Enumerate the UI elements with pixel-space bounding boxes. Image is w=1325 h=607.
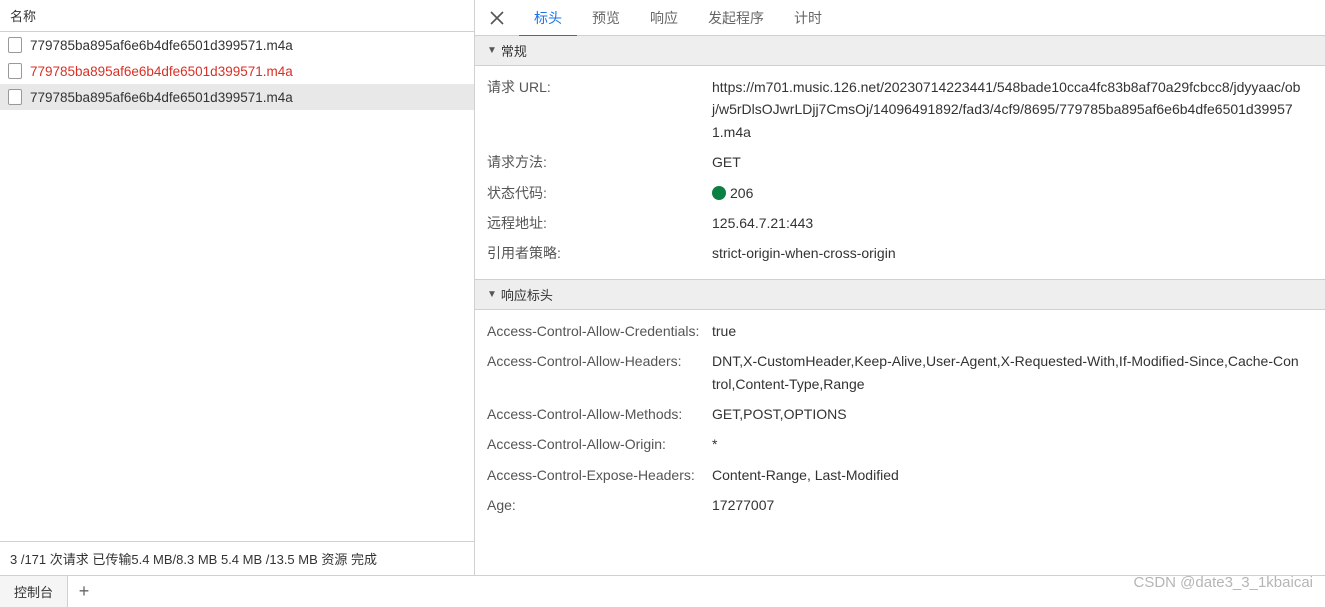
file-icon <box>8 89 22 105</box>
add-tab-button[interactable]: + <box>68 581 100 602</box>
request-name: 779785ba895af6e6b4dfe6501d399571.m4a <box>30 64 293 79</box>
tab-计时[interactable]: 计时 <box>779 0 837 37</box>
header-value: DNT,X-CustomHeader,Keep-Alive,User-Agent… <box>712 350 1315 395</box>
section-title: 常规 <box>501 41 527 60</box>
file-icon <box>8 63 22 79</box>
header-key: 远程地址: <box>487 212 712 234</box>
request-row[interactable]: 779785ba895af6e6b4dfe6501d399571.m4a <box>0 58 474 84</box>
header-value: true <box>712 320 1315 342</box>
header-key: Access-Control-Allow-Credentials: <box>487 320 712 342</box>
header-key: Access-Control-Allow-Headers: <box>487 350 712 395</box>
request-row[interactable]: 779785ba895af6e6b4dfe6501d399571.m4a <box>0 32 474 58</box>
tab-发起程序[interactable]: 发起程序 <box>693 0 779 37</box>
header-row: 请求方法:GET <box>475 147 1325 177</box>
request-row[interactable]: 779785ba895af6e6b4dfe6501d399571.m4a <box>0 84 474 110</box>
header-value: GET,POST,OPTIONS <box>712 403 1315 425</box>
section-header-response-headers[interactable]: ▼ 响应标头 <box>475 279 1325 310</box>
header-value: strict-origin-when-cross-origin <box>712 242 1315 264</box>
console-tab[interactable]: 控制台 <box>0 576 68 607</box>
chevron-down-icon: ▼ <box>487 45 497 56</box>
header-row: Access-Control-Allow-Origin:* <box>475 429 1325 459</box>
header-row: 远程地址:125.64.7.21:443 <box>475 208 1325 238</box>
tab-预览[interactable]: 预览 <box>577 0 635 37</box>
response-header-rows: Access-Control-Allow-Credentials:trueAcc… <box>475 310 1325 531</box>
header-row: 引用者策略:strict-origin-when-cross-origin <box>475 238 1325 268</box>
header-value: 17277007 <box>712 494 1315 516</box>
status-dot-icon <box>712 186 726 200</box>
section-title: 响应标头 <box>501 285 553 304</box>
file-icon <box>8 37 22 53</box>
header-row: Access-Control-Allow-Credentials:true <box>475 316 1325 346</box>
tab-响应[interactable]: 响应 <box>635 0 693 37</box>
header-row: Age:17277007 <box>475 490 1325 520</box>
header-key: Access-Control-Expose-Headers: <box>487 464 712 486</box>
request-name: 779785ba895af6e6b4dfe6501d399571.m4a <box>30 90 293 105</box>
header-row: Access-Control-Allow-Methods:GET,POST,OP… <box>475 399 1325 429</box>
details-scroll-area[interactable]: ▼ 常规 请求 URL:https://m701.music.126.net/2… <box>475 36 1325 575</box>
tab-标头[interactable]: 标头 <box>519 0 577 37</box>
header-value: GET <box>712 151 1315 173</box>
request-details-panel: 标头预览响应发起程序计时 ▼ 常规 请求 URL:https://m701.mu… <box>475 0 1325 575</box>
network-status-bar: 3 /171 次请求 已传输5.4 MB/8.3 MB 5.4 MB /13.5… <box>0 541 474 575</box>
header-key: 引用者策略: <box>487 242 712 264</box>
header-value: * <box>712 433 1315 455</box>
chevron-down-icon: ▼ <box>487 289 497 300</box>
header-key: 请求方法: <box>487 151 712 173</box>
header-value: 206 <box>712 182 1315 204</box>
header-row: Access-Control-Allow-Headers:DNT,X-Custo… <box>475 346 1325 399</box>
close-icon[interactable] <box>483 4 511 32</box>
header-value: https://m701.music.126.net/2023071422344… <box>712 76 1315 143</box>
name-column-header[interactable]: 名称 <box>0 0 474 32</box>
general-rows: 请求 URL:https://m701.music.126.net/202307… <box>475 66 1325 279</box>
header-key: Age: <box>487 494 712 516</box>
header-value: Content-Range, Last-Modified <box>712 464 1315 486</box>
drawer-tab-bar: 控制台 + <box>0 575 1325 607</box>
network-request-list-panel: 名称 779785ba895af6e6b4dfe6501d399571.m4a7… <box>0 0 475 575</box>
header-key: 状态代码: <box>487 182 712 204</box>
header-key: Access-Control-Allow-Origin: <box>487 433 712 455</box>
details-tab-bar: 标头预览响应发起程序计时 <box>475 0 1325 36</box>
header-row: 请求 URL:https://m701.music.126.net/202307… <box>475 72 1325 147</box>
header-value: 125.64.7.21:443 <box>712 212 1315 234</box>
header-row: 状态代码:206 <box>475 178 1325 208</box>
section-header-general[interactable]: ▼ 常规 <box>475 36 1325 66</box>
request-list: 779785ba895af6e6b4dfe6501d399571.m4a 7797… <box>0 32 474 541</box>
header-key: 请求 URL: <box>487 76 712 143</box>
request-name: 779785ba895af6e6b4dfe6501d399571.m4a <box>30 38 293 53</box>
header-row: Access-Control-Expose-Headers:Content-Ra… <box>475 460 1325 490</box>
header-key: Access-Control-Allow-Methods: <box>487 403 712 425</box>
